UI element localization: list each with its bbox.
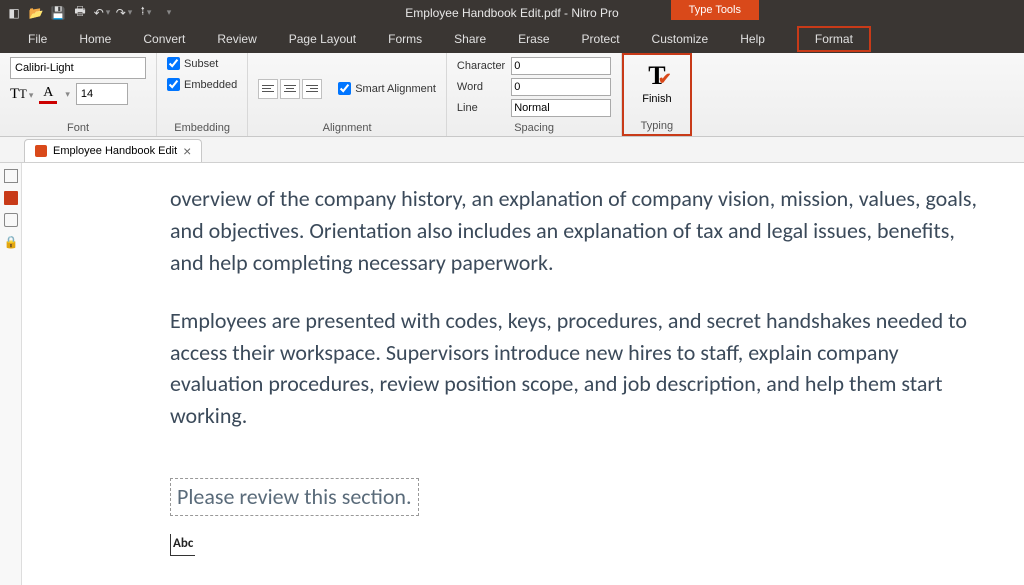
menu-format[interactable]: Format (797, 26, 871, 52)
document-paragraph: overview of the company history, an expl… (170, 183, 992, 279)
menu-review[interactable]: Review (201, 26, 272, 52)
ribbon-group-typing: T✔ Finish Typing (622, 53, 691, 136)
ribbon-group-alignment: Smart Alignment Alignment (248, 53, 447, 136)
document-paragraph: Employees are presented with codes, keys… (170, 305, 992, 433)
menu-home[interactable]: Home (63, 26, 127, 52)
word-spacing-input[interactable] (511, 78, 611, 96)
document-tab[interactable]: Employee Handbook Edit × (24, 139, 202, 162)
document-tab-label: Employee Handbook Edit (53, 145, 177, 157)
ribbon-group-spacing: Character Word Line Spacing (447, 53, 622, 136)
menu-erase[interactable]: Erase (502, 26, 565, 52)
close-tab-button[interactable]: × (183, 144, 191, 158)
align-left-button[interactable] (258, 79, 278, 99)
menu-customize[interactable]: Customize (636, 26, 725, 52)
embedded-checkbox[interactable]: Embedded (167, 78, 237, 91)
finish-label: Finish (642, 93, 671, 105)
menu-file[interactable]: File (12, 26, 63, 52)
undo-icon[interactable]: ↶▾ (94, 5, 110, 21)
font-color-button[interactable]: A (39, 85, 57, 104)
menu-protect[interactable]: Protect (566, 26, 636, 52)
subset-checkbox[interactable]: Subset (167, 57, 237, 70)
font-family-select[interactable] (10, 57, 146, 79)
redo-icon[interactable]: ↷▾ (116, 5, 132, 21)
font-group-label: Font (10, 120, 146, 134)
window-title: Employee Handbook Edit.pdf - Nitro Pro (405, 6, 618, 20)
menu-forms[interactable]: Forms (372, 26, 438, 52)
bookmarks-panel-icon[interactable] (4, 191, 18, 205)
select-tool-icon[interactable]: ⭫▾ (138, 5, 154, 21)
format-ribbon: TT▾ A▾ Font Subset Embedded Embedding Sm… (0, 53, 1024, 137)
security-panel-icon[interactable]: 🔒 (4, 235, 18, 249)
finish-icon: T✔ (648, 61, 665, 91)
document-view[interactable]: overview of the company history, an expl… (22, 163, 1024, 585)
line-spacing-label: Line (457, 102, 505, 114)
menu-convert[interactable]: Convert (127, 26, 201, 52)
spacing-group-label: Spacing (457, 120, 611, 134)
save-icon[interactable]: 💾 (50, 5, 66, 21)
type-tools-contextual-tab[interactable]: Type Tools (671, 0, 759, 20)
line-spacing-select[interactable] (511, 99, 611, 117)
left-sidebar: 🔒 (0, 163, 22, 585)
smart-alignment-checkbox[interactable]: Smart Alignment (338, 82, 436, 95)
pages-panel-icon[interactable] (4, 169, 18, 183)
menu-share[interactable]: Share (438, 26, 502, 52)
ribbon-group-font: TT▾ A▾ Font (0, 53, 157, 136)
font-size-select[interactable] (76, 83, 128, 105)
menu-page-layout[interactable]: Page Layout (273, 26, 372, 52)
menu-help[interactable]: Help (724, 26, 781, 52)
workspace: 🔒 overview of the company history, an ex… (0, 163, 1024, 585)
print-icon[interactable]: 🖶 (72, 5, 88, 21)
text-edit-box[interactable]: Please review this section. (170, 478, 419, 516)
app-icon: ◧ (6, 5, 22, 21)
pdf-icon (35, 145, 47, 157)
title-bar: ◧ 📂 💾 🖶 ↶▾ ↷▾ ⭫▾ ▾ Employee Handbook Edi… (0, 0, 1024, 25)
qat-customize-icon[interactable]: ▾ (160, 5, 176, 21)
character-spacing-input[interactable] (511, 57, 611, 75)
alignment-group-label: Alignment (258, 120, 436, 134)
finish-button[interactable]: T✔ Finish (634, 59, 679, 107)
open-icon[interactable]: 📂 (28, 5, 44, 21)
text-size-icon[interactable]: TT▾ (10, 86, 33, 103)
document-tab-bar: Employee Handbook Edit × (0, 137, 1024, 163)
align-center-button[interactable] (280, 79, 300, 99)
align-right-button[interactable] (302, 79, 322, 99)
word-spacing-label: Word (457, 81, 505, 93)
character-spacing-label: Character (457, 60, 505, 72)
attachments-panel-icon[interactable] (4, 213, 18, 227)
embedding-group-label: Embedding (167, 120, 237, 134)
text-insertion-marker[interactable]: Abc (170, 534, 195, 556)
menu-bar: File Home Convert Review Page Layout For… (0, 25, 1024, 53)
ribbon-group-embedding: Subset Embedded Embedding (157, 53, 248, 136)
typing-group-label: Typing (634, 118, 679, 132)
